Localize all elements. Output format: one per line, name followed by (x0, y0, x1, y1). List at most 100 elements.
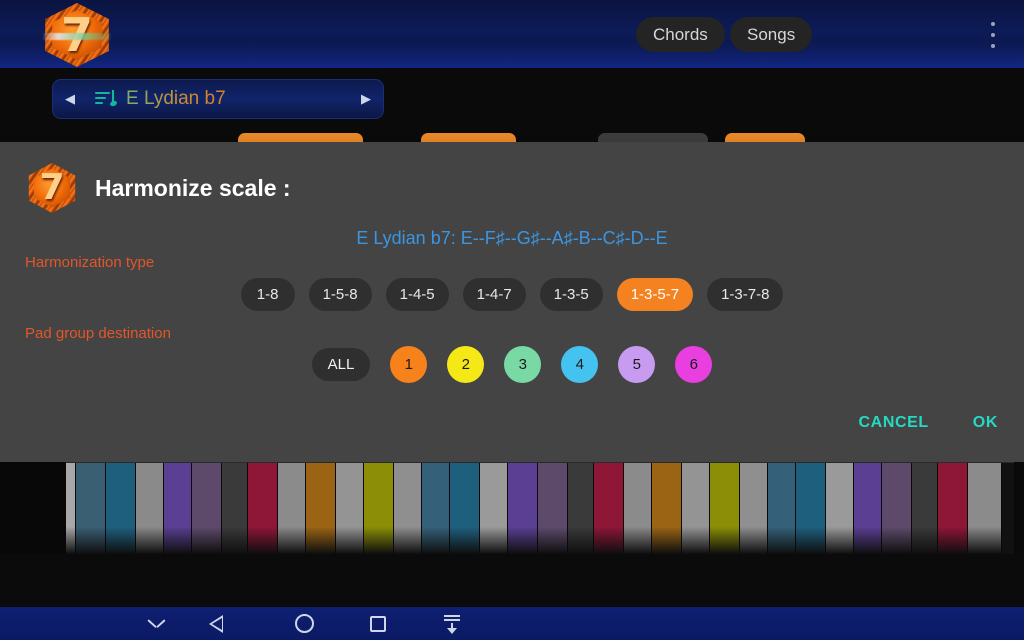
pad-key[interactable] (364, 463, 394, 554)
pad-keyboard-strip[interactable] (66, 462, 1014, 554)
pad-key[interactable] (422, 463, 450, 554)
pad-group-label: 2 (461, 356, 471, 373)
pad-key[interactable] (222, 463, 248, 554)
recents-square-icon (370, 615, 386, 632)
music-list-icon (95, 89, 118, 109)
scale-name-wrap: E Lydian b7 (87, 88, 349, 110)
harmonization-chip-label: 1-3-5 (553, 286, 589, 303)
pad-key[interactable] (508, 463, 538, 554)
chevron-down-icon (148, 615, 165, 632)
harmonization-chip-label: 1-4-7 (476, 286, 512, 303)
harmonization-type-label: Harmonization type (25, 254, 155, 271)
pad-key[interactable] (594, 463, 624, 554)
pad-key[interactable] (826, 463, 854, 554)
nav-hide-keyboard[interactable] (415, 614, 489, 634)
harmonization-chip-1-3-5[interactable]: 1-3-5 (539, 278, 603, 311)
pad-key[interactable] (740, 463, 768, 554)
chevron-left-icon[interactable]: ◀ (53, 91, 87, 107)
pad-key[interactable] (768, 463, 796, 554)
nav-home[interactable] (267, 614, 341, 633)
pad-group-all-button[interactable]: ALL (311, 348, 371, 381)
chords-button-label: Chords (653, 24, 708, 44)
pad-key[interactable] (538, 463, 568, 554)
pad-group-selector: ALL 1 2 3 4 5 6 (0, 346, 1024, 383)
pad-key[interactable] (248, 463, 278, 554)
pad-key[interactable] (450, 463, 480, 554)
songs-button-label: Songs (747, 24, 796, 44)
pad-group-all-label: ALL (327, 356, 355, 373)
pad-key[interactable] (480, 463, 508, 554)
harmonization-chip-1-3-7-8[interactable]: 1-3-7-8 (707, 278, 784, 311)
dialog-logo-icon: 7 (25, 163, 79, 213)
pad-key[interactable] (682, 463, 710, 554)
harmonization-chip-label: 1-4-5 (399, 286, 435, 303)
chords-button[interactable]: Chords (636, 17, 725, 52)
nav-back[interactable] (193, 614, 267, 634)
pad-key[interactable] (624, 463, 652, 554)
pad-key[interactable] (968, 463, 1002, 554)
harmonization-chip-1-8[interactable]: 1-8 (240, 278, 295, 311)
pad-key[interactable] (882, 463, 912, 554)
pad-key[interactable] (394, 463, 422, 554)
harmonization-chip-1-4-5[interactable]: 1-4-5 (385, 278, 449, 311)
scale-selector[interactable]: ◀ E Lydian b7 ▶ (52, 79, 384, 119)
pad-group-6[interactable]: 6 (675, 346, 713, 383)
pad-key[interactable] (66, 463, 76, 554)
nav-collapse[interactable] (119, 615, 193, 632)
nav-recents[interactable] (341, 615, 415, 632)
dialog-title: Harmonize scale : (95, 174, 291, 201)
pad-group-5[interactable]: 5 (618, 346, 656, 383)
harmonization-type-chips: 1-8 1-5-8 1-4-5 1-4-7 1-3-5 1-3-5-7 1-3-7-8 (0, 278, 1024, 311)
top-app-bar: 7 Chords Songs (0, 0, 1024, 68)
pad-key[interactable] (76, 463, 106, 554)
pad-group-4[interactable]: 4 (561, 346, 599, 383)
content-bottom-area (0, 554, 1024, 607)
pad-key[interactable] (796, 463, 826, 554)
pad-group-destination-label: Pad group destination (25, 325, 171, 342)
pad-key[interactable] (192, 463, 222, 554)
pad-key[interactable] (854, 463, 882, 554)
chevron-right-icon[interactable]: ▶ (349, 91, 383, 107)
songs-button[interactable]: Songs (730, 17, 813, 52)
harmonization-chip-label: 1-3-5-7 (630, 286, 680, 303)
app-logo-icon[interactable]: 7 (40, 3, 114, 67)
pad-group-3[interactable]: 3 (504, 346, 542, 383)
top-bar-glow (0, 42, 1024, 68)
pad-key[interactable] (136, 463, 164, 554)
harmonization-chip-label: 1-8 (256, 286, 279, 303)
pad-group-2[interactable]: 2 (447, 346, 485, 383)
pad-key[interactable] (278, 463, 306, 554)
harmonization-chip-1-5-8[interactable]: 1-5-8 (308, 278, 372, 311)
harmonize-scale-dialog: 7 Harmonize scale : E Lydian b7: E--F♯--… (0, 142, 1024, 462)
home-circle-icon (294, 614, 314, 633)
pad-key[interactable] (568, 463, 594, 554)
android-nav-bar (0, 607, 1024, 640)
pad-key[interactable] (912, 463, 938, 554)
back-triangle-icon (208, 614, 238, 634)
pad-key[interactable] (306, 463, 336, 554)
dialog-header: 7 Harmonize scale : (0, 162, 291, 214)
hide-keyboard-icon (442, 614, 462, 634)
harmonization-chip-label: 1-5-8 (322, 286, 358, 303)
cancel-button[interactable]: CANCEL (859, 414, 929, 432)
ok-button[interactable]: OK (973, 414, 998, 432)
harmonization-chip-1-3-5-7[interactable]: 1-3-5-7 (616, 278, 694, 311)
harmonization-chip-label: 1-3-7-8 (721, 286, 770, 303)
harmonization-chip-1-4-7[interactable]: 1-4-7 (462, 278, 526, 311)
pad-key[interactable] (164, 463, 192, 554)
pad-key[interactable] (106, 463, 136, 554)
pad-key[interactable] (710, 463, 740, 554)
pad-group-label: 5 (632, 356, 642, 373)
logo-streak (42, 33, 112, 41)
pad-key[interactable] (652, 463, 682, 554)
pad-group-label: 6 (689, 356, 699, 373)
pad-key[interactable] (336, 463, 364, 554)
pad-group-label: 4 (575, 356, 585, 373)
kebab-menu-icon[interactable] (984, 20, 1002, 50)
pad-key[interactable] (938, 463, 968, 554)
pad-group-1[interactable]: 1 (390, 346, 428, 383)
dialog-logo-seven-glyph: 7 (39, 167, 65, 208)
pad-group-label: 3 (518, 356, 528, 373)
scale-name-value: E Lydian b7 (126, 88, 226, 109)
scale-notes-text: E Lydian b7: E--F♯--G♯--A♯-B--C♯-D--E (356, 228, 668, 248)
